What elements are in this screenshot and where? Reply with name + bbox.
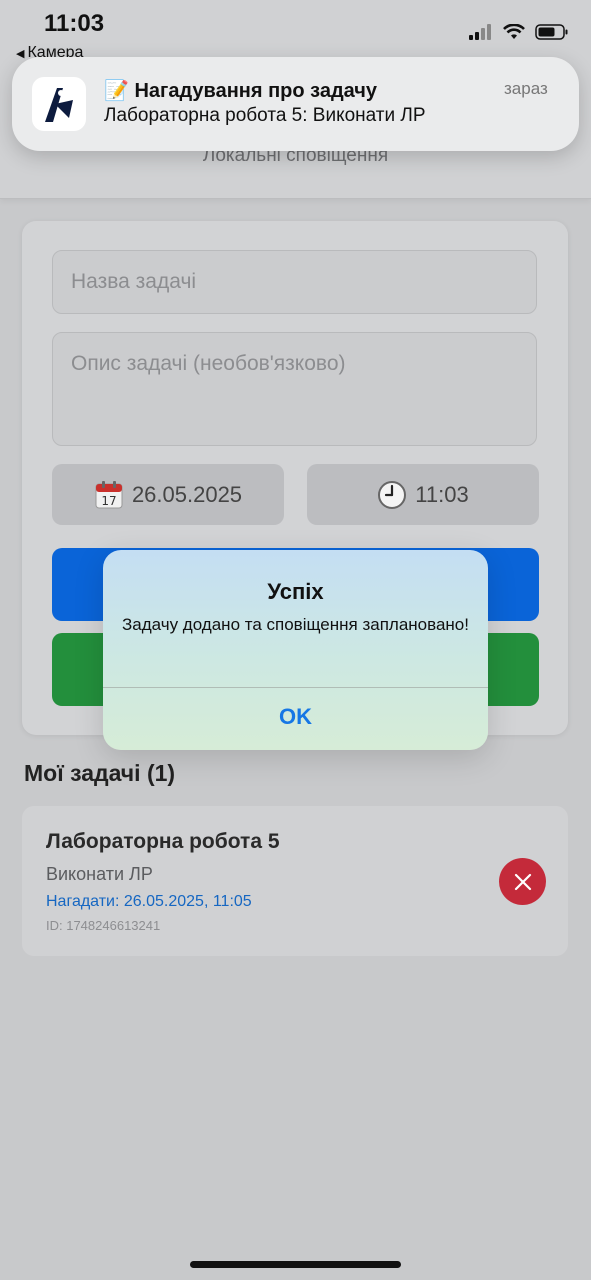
task-id: ID: 1748246613241 — [46, 918, 161, 933]
task-title: Лабораторна робота 5 — [46, 830, 280, 853]
task-description: Виконати ЛР — [46, 864, 153, 884]
notification-banner[interactable] — [12, 57, 579, 151]
clock-icon — [378, 480, 407, 509]
task-description-input[interactable]: Опис задачі (необов'язково) — [52, 332, 537, 446]
tasks-section-title: Мої задачі (1) — [24, 760, 176, 786]
battery-icon — [535, 24, 568, 40]
notification-title: 📝 Нагадування про задачу — [104, 80, 378, 102]
wifi-icon — [503, 24, 525, 39]
svg-text:17: 17 — [101, 494, 116, 508]
alert-title: Успіх — [267, 579, 324, 604]
app-logo-icon — [45, 88, 73, 122]
app-icon — [32, 77, 86, 131]
notification-body: Лабораторна робота 5: Виконати ЛР — [104, 105, 426, 126]
status-icons — [469, 24, 569, 40]
alert-divider — [103, 687, 488, 688]
close-icon — [514, 873, 531, 890]
alert-ok-button[interactable]: OK — [103, 704, 488, 730]
delete-task-button[interactable] — [499, 858, 546, 905]
home-indicator — [190, 1261, 401, 1268]
calendar-icon: 17 — [95, 480, 123, 508]
task-reminder-time: Нагадати: 26.05.2025, 11:05 — [46, 893, 252, 910]
alert-message: Задачу додано та сповіщення заплановано! — [122, 615, 469, 634]
notification-time: зараз — [504, 79, 548, 98]
cellular-signal-icon — [469, 24, 491, 40]
status-time: 11:03 — [44, 10, 105, 37]
time-picker-button[interactable]: 11:03 — [307, 464, 539, 525]
date-picker-button[interactable]: 17 26.05.2025 — [52, 464, 284, 525]
back-arrow-icon: ◀ — [16, 48, 25, 60]
time-value: 11:03 — [415, 481, 469, 507]
task-title-input[interactable]: Назва задачі — [52, 250, 537, 314]
date-value: 26.05.2025 — [131, 481, 243, 507]
